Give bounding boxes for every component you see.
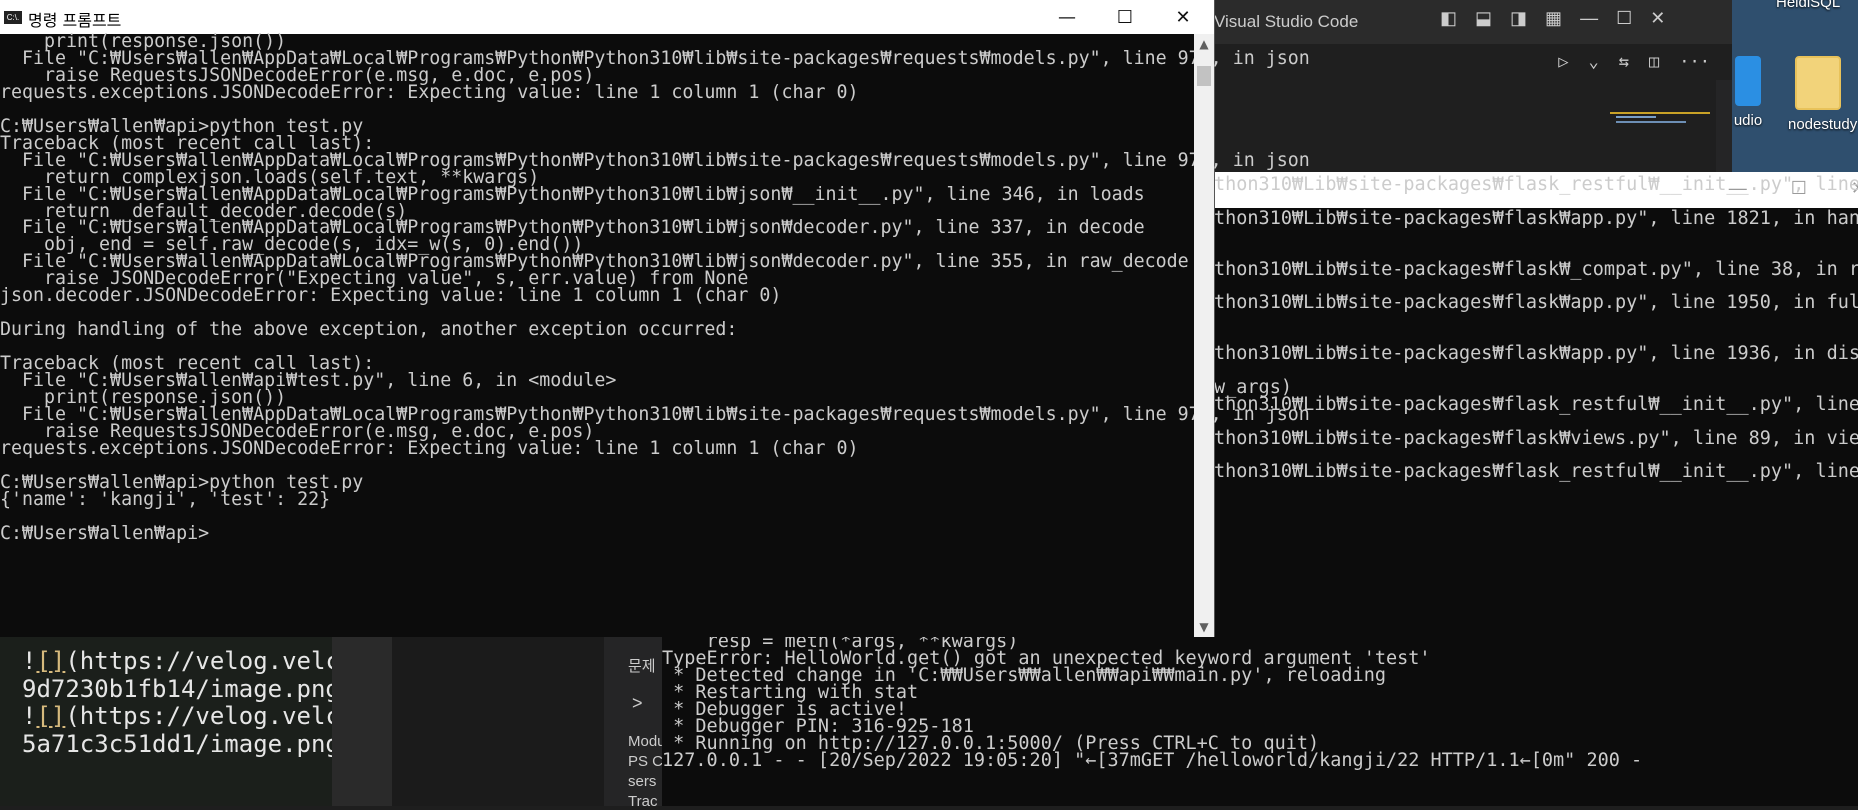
- output-line: thon310₩Lib₩site-packages₩flask₩_compat.…: [1214, 258, 1858, 280]
- run-icon[interactable]: ▷: [1558, 52, 1568, 72]
- output-line: thon310₩Lib₩site-packages₩flask_restful₩…: [1214, 174, 1858, 195]
- cmd-titlebar[interactable]: C:\. 명령 프롬프트 — ☐ ✕: [0, 0, 1214, 34]
- panel-text: Modu: [628, 733, 666, 750]
- scroll-thumb[interactable]: [1197, 66, 1211, 86]
- vscode-panel[interactable]: 문제 > Modu PS C sers Trac: [604, 637, 666, 810]
- command-prompt-window[interactable]: C:\. 명령 프롬프트 — ☐ ✕ print(response.json()…: [0, 0, 1310, 637]
- desktop-icon-label: udio: [1733, 112, 1763, 129]
- editor-scrollbar-area: [332, 637, 392, 806]
- markdown-link-bracket: []: [36, 702, 66, 730]
- output-line: requests.exceptions.JSONDecodeError: Exp…: [0, 437, 859, 459]
- compare-icon[interactable]: ⇆: [1619, 52, 1629, 72]
- vscode-title: Visual Studio Code: [1214, 12, 1359, 31]
- maximize-icon: ☐: [1116, 6, 1134, 28]
- output-line: thon310₩Lib₩site-packages₩flask₩app.py",…: [1214, 207, 1858, 229]
- cmd-app-icon: C:\.: [4, 11, 22, 24]
- output-line: thon310₩Lib₩site-packages₩flask_restful₩…: [1214, 393, 1858, 415]
- minimize-button[interactable]: —: [1044, 2, 1090, 32]
- cmd-output[interactable]: print(response.json()) File "C:₩Users₩al…: [0, 31, 1310, 637]
- output-line: json.decoder.JSONDecodeError: Expecting …: [0, 285, 782, 307]
- cmd-scrollbar[interactable]: ▲ ▼: [1194, 34, 1214, 637]
- minimize-icon[interactable]: —: [1580, 8, 1598, 29]
- desktop-icon-nodestudy[interactable]: nodestudy: [1788, 56, 1857, 133]
- layout-secondary-icon[interactable]: ◨: [1510, 8, 1527, 29]
- output-line: thon310₩Lib₩site-packages₩flask_restful₩…: [1214, 461, 1858, 483]
- editor-line[interactable]: 5a71c3c51dd1/image.png): [22, 730, 354, 758]
- output-line: 127.0.0.1 - - [20/Sep/2022 19:05:20] "←[…: [662, 749, 1643, 771]
- output-line: thon310₩Lib₩site-packages₩flask₩views.py…: [1214, 427, 1858, 449]
- output-line: During handling of the above exception, …: [0, 319, 738, 341]
- layout-sidebar-icon[interactable]: ◧: [1440, 8, 1457, 29]
- close-icon[interactable]: ✕: [1650, 8, 1665, 29]
- editor-line[interactable]: 9d7230b1fb14/image.png): [22, 675, 354, 703]
- minimize-icon: —: [1058, 6, 1076, 28]
- output-line: thon310₩Lib₩site-packages₩flask₩app.py",…: [1214, 343, 1858, 364]
- close-button[interactable]: ✕: [1160, 2, 1206, 32]
- output-line: requests.exceptions.JSONDecodeError: Exp…: [0, 81, 859, 103]
- markdown-editor[interactable]: ![](https://velog.velcd 9d7230b1fb14/imag…: [0, 637, 354, 806]
- scroll-down-arrow[interactable]: ▼: [1194, 617, 1214, 637]
- panel-text: Trac: [628, 793, 658, 810]
- output-line: thon310₩Lib₩site-packages₩flask₩app.py",…: [1214, 292, 1858, 314]
- desktop-icon-label: HeidiSQL: [1776, 0, 1841, 11]
- panel-text: sers: [628, 773, 657, 790]
- desktop-icon-label: nodestudy: [1788, 116, 1858, 133]
- editor-line[interactable]: ![](https://velog.velcd: [22, 647, 354, 675]
- markdown-link-bracket: []: [36, 647, 66, 675]
- maximize-button[interactable]: ☐: [1102, 2, 1148, 32]
- layout-panel-icon[interactable]: ⬓: [1475, 8, 1492, 29]
- markdown-link-url: 5a71c3c51dd1/image.png): [22, 729, 355, 758]
- editor-blank-area: [392, 637, 604, 806]
- split-editor-icon[interactable]: ◫: [1649, 52, 1659, 72]
- minimap[interactable]: [1610, 112, 1710, 130]
- app-icon: [1735, 56, 1761, 106]
- output-line: C:₩Users₩allen₩api>: [0, 522, 210, 544]
- editor-line[interactable]: ![](https://velog.velcd: [22, 702, 354, 730]
- customize-layout-icon[interactable]: ▦: [1545, 8, 1562, 29]
- panel-text: PS C: [628, 753, 664, 770]
- desktop-icon-heidisql[interactable]: HeidiSQL: [1776, 0, 1840, 11]
- output-line: {'name': 'kangji', 'test': 22}: [0, 488, 331, 510]
- scroll-up-arrow[interactable]: ▲: [1194, 34, 1214, 54]
- chevron-right-icon[interactable]: >: [632, 693, 643, 714]
- flask-terminal[interactable]: resp = meth(*args, **kwargs) TypeError: H…: [662, 631, 1858, 806]
- markdown-bang: !: [22, 647, 37, 675]
- markdown-link-url: (https://velog.velcd: [65, 702, 355, 730]
- markdown-link-url: (https://velog.velcd: [65, 647, 355, 675]
- window-title: 명령 프롬프트: [28, 11, 122, 30]
- markdown-bang: !: [22, 702, 37, 730]
- markdown-link-url: 9d7230b1fb14/image.png): [22, 674, 355, 703]
- vscode-titlebar[interactable]: Visual Studio Code ◧ ⬓ ◨ ▦ — ☐ ✕: [1210, 0, 1732, 44]
- chevron-down-icon[interactable]: ⌄: [1589, 52, 1599, 72]
- desktop-icons-area: HeidiSQL udio nodestudy: [1732, 0, 1858, 175]
- maximize-icon[interactable]: ☐: [1616, 8, 1632, 29]
- close-icon: ✕: [1175, 6, 1191, 28]
- folder-icon: [1795, 56, 1841, 110]
- tab-problems[interactable]: 문제: [628, 655, 656, 676]
- desktop-icon-studio[interactable]: udio: [1718, 56, 1778, 129]
- more-actions-icon[interactable]: ···: [1679, 52, 1710, 72]
